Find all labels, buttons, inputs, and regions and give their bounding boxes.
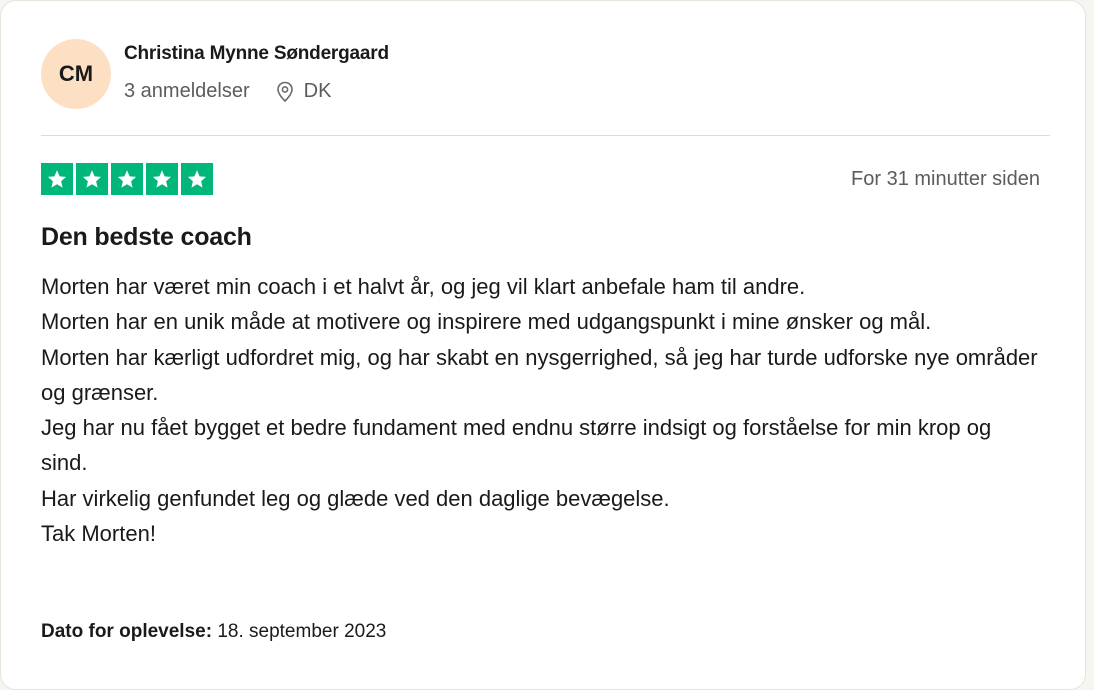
star-icon (41, 163, 73, 195)
avatar[interactable]: CM (41, 39, 111, 109)
review-line: Jeg har nu fået bygget et bedre fundamen… (41, 415, 992, 476)
review-line: Tak Morten! (41, 521, 156, 547)
review-line: Morten har kærligt udfordret mig, og har… (41, 344, 1038, 405)
review-count: 3 anmeldelser (124, 80, 250, 102)
star-icon (111, 163, 143, 195)
review-line: Har virkelig genfundet leg og glæde ved … (41, 485, 670, 511)
star-icon (76, 163, 108, 195)
experience-date: Dato for oplevelse: 18. september 2023 (41, 621, 386, 643)
review-body: Morten har været min coach i et halvt år… (41, 269, 1041, 551)
review-card: CM Christina Mynne Søndergaard 3 anmelde… (0, 0, 1086, 690)
star-icon (146, 163, 178, 195)
review-timestamp: For 31 minutter siden (851, 168, 1040, 190)
divider (41, 135, 1050, 136)
reviewer-name[interactable]: Christina Mynne Søndergaard (124, 43, 389, 65)
reviewer-meta: 3 anmeldelser DK (124, 80, 331, 103)
review-title[interactable]: Den bedste coach (41, 223, 252, 252)
review-line: Morten har været min coach i et halvt år… (41, 274, 806, 299)
country-code: DK (303, 80, 332, 102)
reviewer-location: DK (276, 80, 332, 103)
date-value: 18. september 2023 (217, 621, 387, 642)
location-pin-icon (276, 81, 293, 102)
date-label: Dato for oplevelse: (41, 621, 213, 642)
review-line: Morten har en unik måde at motivere og i… (41, 309, 932, 335)
star-rating (41, 163, 216, 195)
star-icon (181, 163, 213, 195)
